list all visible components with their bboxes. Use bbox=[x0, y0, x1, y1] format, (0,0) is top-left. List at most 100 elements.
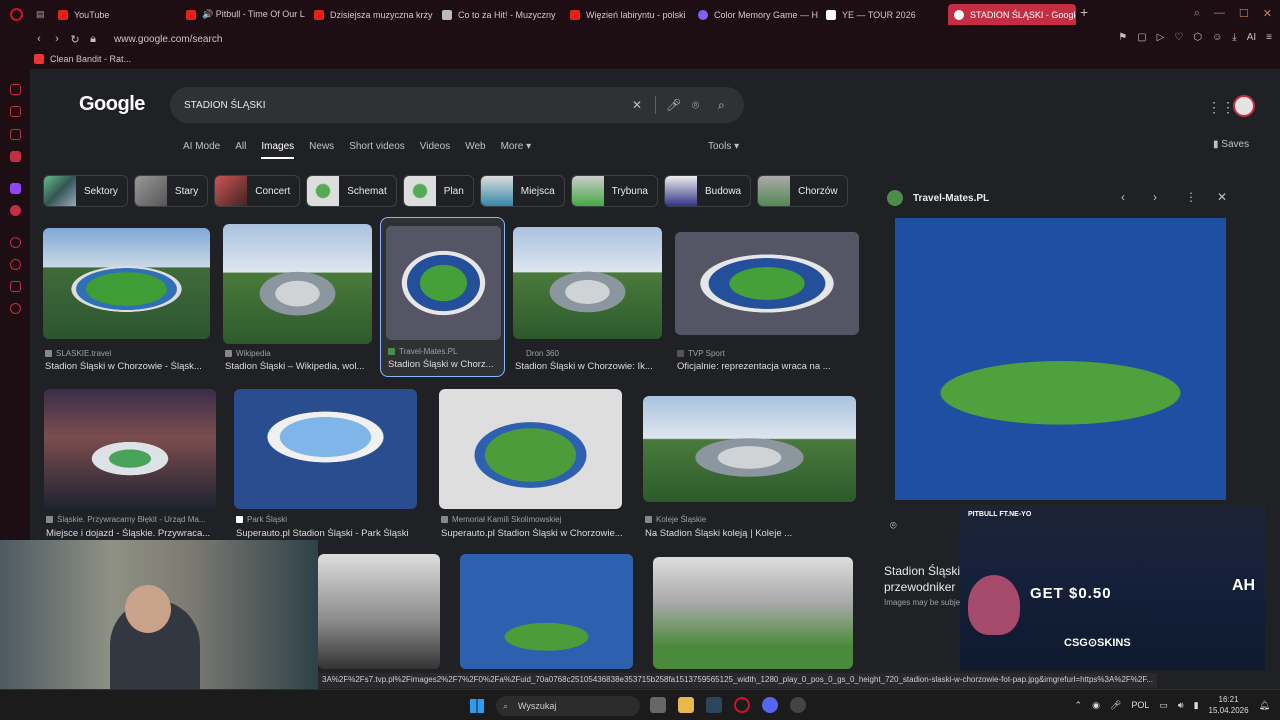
clear-icon[interactable]: ✕ bbox=[632, 98, 642, 112]
result-title[interactable]: Stadion Śląski w Chorzowie - Śląsk... bbox=[45, 361, 210, 372]
tab-images[interactable]: Images bbox=[261, 141, 295, 159]
search-box[interactable]: STADION ŚLĄSKI ✕ 🎤︎ ⌾ ⌕ bbox=[170, 87, 744, 123]
tab-ai-mode[interactable]: AI Mode bbox=[183, 141, 220, 159]
taskbar-search[interactable]: ⌕ Wyszukaj bbox=[496, 696, 640, 716]
extensions-icon[interactable]: ⬡ bbox=[1193, 32, 1202, 43]
tab-videos[interactable]: Videos bbox=[420, 141, 450, 159]
tab-pitbull[interactable]: 🔊 Pitbull - Time Of Our L bbox=[180, 4, 308, 25]
result-title[interactable]: Stadion Śląski w Chorz... bbox=[388, 359, 500, 370]
clock[interactable]: 16:21 15.04.2026 bbox=[1209, 694, 1249, 716]
result-image[interactable] bbox=[223, 224, 372, 344]
voice-search-icon[interactable]: 🎤︎ bbox=[666, 98, 681, 112]
ai-icon[interactable]: AI bbox=[1247, 32, 1256, 43]
lens-icon[interactable]: ⌾ bbox=[890, 520, 897, 533]
result-title[interactable]: Miejsce i dojazd - Śląskie. Przywraca... bbox=[46, 528, 216, 539]
extensions-icon[interactable] bbox=[10, 281, 21, 292]
result-image[interactable] bbox=[675, 232, 859, 335]
panel-title[interactable]: Stadion Śląski przewodniker bbox=[884, 563, 964, 595]
bookmark-icon[interactable]: ⚑ bbox=[1118, 32, 1127, 43]
account-icon[interactable]: ☺ bbox=[1212, 32, 1222, 43]
steam-icon[interactable] bbox=[706, 697, 722, 713]
image-result-selected[interactable]: Travel-Mates.PL Stadion Śląski w Chorz..… bbox=[380, 217, 505, 377]
result-title[interactable]: Superauto.pl Stadion Śląski - Park Śląsk… bbox=[236, 528, 426, 539]
clock-icon[interactable] bbox=[10, 259, 21, 270]
forward-icon[interactable]: › bbox=[48, 33, 66, 45]
preview-image[interactable] bbox=[895, 218, 1226, 500]
music-icon[interactable] bbox=[10, 151, 21, 162]
snapshot-icon[interactable]: ▢ bbox=[1137, 32, 1146, 43]
minimize-icon[interactable]: — bbox=[1214, 7, 1225, 20]
result-title[interactable]: Stadion Śląski – Wikipedia, wol... bbox=[225, 361, 372, 372]
ad-overlay[interactable]: PITBULL FT.NE-YO GET $0.50 CSG⊙SKINS AH bbox=[960, 505, 1265, 670]
tab-short-videos[interactable]: Short videos bbox=[349, 141, 405, 159]
chip-schemat[interactable]: Schemat bbox=[306, 175, 397, 207]
result-image[interactable] bbox=[44, 389, 216, 509]
chip-trybuna[interactable]: Trybuna bbox=[570, 175, 658, 207]
bookmark-item[interactable]: Clean Bandit - Rat... bbox=[50, 54, 131, 64]
chip-sektory[interactable]: Sektory bbox=[43, 175, 128, 207]
close-icon[interactable]: ✕ bbox=[1263, 7, 1272, 20]
avatar[interactable] bbox=[1233, 95, 1255, 117]
previous-icon[interactable]: ‹ bbox=[1121, 190, 1125, 204]
result-image[interactable] bbox=[318, 554, 440, 669]
opera-logo-icon[interactable] bbox=[10, 8, 23, 21]
chip-chorzow[interactable]: Chorzów bbox=[757, 175, 848, 207]
tab-more[interactable]: More ▾ bbox=[501, 141, 532, 159]
history-icon[interactable] bbox=[10, 237, 21, 248]
player-icon[interactable] bbox=[10, 205, 21, 216]
tab-web[interactable]: Web bbox=[465, 141, 485, 159]
tab-wiezien[interactable]: Więzień labiryntu - polski bbox=[564, 4, 692, 25]
result-title[interactable]: Superauto.pl Stadion Śląski w Chorzowie.… bbox=[441, 528, 631, 539]
close-icon[interactable]: ✕ bbox=[1217, 190, 1227, 204]
heart-icon[interactable]: ♡ bbox=[1174, 32, 1183, 43]
tab-google-search[interactable]: STADION ŚLĄSKI - Google bbox=[948, 4, 1076, 25]
result-image[interactable] bbox=[439, 389, 622, 509]
notification-icon[interactable]: 🔔︎ bbox=[1259, 700, 1270, 711]
result-image[interactable] bbox=[513, 227, 662, 339]
url-field[interactable]: www.google.com/search bbox=[114, 34, 222, 45]
result-title[interactable]: Stadion Śląski w Chorzowie: Ik... bbox=[515, 361, 662, 372]
lens-icon[interactable]: ⌾ bbox=[692, 98, 699, 113]
chip-budowa[interactable]: Budowa bbox=[663, 175, 752, 207]
messenger-icon[interactable] bbox=[10, 106, 21, 117]
result-image[interactable] bbox=[653, 557, 853, 669]
tab-ye-tour[interactable]: YE — TOUR 2026 bbox=[820, 4, 948, 25]
reload-icon[interactable]: ↻ bbox=[66, 33, 84, 46]
chip-plan[interactable]: Plan bbox=[402, 175, 474, 207]
new-tab-button[interactable]: + bbox=[1080, 4, 1088, 25]
twitch-icon[interactable] bbox=[10, 183, 21, 194]
search-input[interactable]: STADION ŚLĄSKI bbox=[184, 100, 266, 111]
chevron-up-icon[interactable]: ⌃ bbox=[1075, 700, 1083, 711]
result-image[interactable] bbox=[460, 554, 633, 669]
maximize-icon[interactable]: ☐ bbox=[1239, 7, 1249, 20]
microphone-icon[interactable]: 🎤︎ bbox=[1110, 700, 1121, 711]
chip-concert[interactable]: Concert bbox=[214, 175, 301, 207]
network-icon[interactable]: ▭ bbox=[1159, 700, 1168, 711]
chip-stary[interactable]: Stary bbox=[133, 175, 209, 207]
task-view-icon[interactable] bbox=[650, 697, 666, 713]
tab-news[interactable]: News bbox=[309, 141, 334, 159]
aria-icon[interactable] bbox=[10, 84, 21, 95]
result-image[interactable] bbox=[234, 389, 417, 509]
chip-miejsca[interactable]: Miejsca bbox=[479, 175, 565, 207]
next-icon[interactable]: › bbox=[1153, 190, 1157, 204]
obs-icon[interactable] bbox=[790, 697, 806, 713]
tab-color-memory[interactable]: Color Memory Game — H bbox=[692, 4, 820, 25]
result-image[interactable] bbox=[643, 396, 856, 502]
chat-icon[interactable] bbox=[10, 129, 21, 140]
saves-button[interactable]: ▮ Saves bbox=[1213, 139, 1249, 150]
tab-all[interactable]: All bbox=[235, 141, 246, 159]
opera-icon[interactable] bbox=[734, 697, 750, 713]
result-title[interactable]: Oficjalnie: reprezentacja wraca na ... bbox=[677, 361, 837, 372]
windows-start-icon[interactable] bbox=[470, 699, 484, 713]
tools-button[interactable]: Tools ▾ bbox=[708, 141, 739, 152]
tab-hit[interactable]: Co to za Hit! - Muzyczny bbox=[436, 4, 564, 25]
file-explorer-icon[interactable] bbox=[678, 697, 694, 713]
google-logo[interactable]: Google bbox=[79, 93, 145, 116]
play-icon[interactable]: ▷ bbox=[1157, 32, 1165, 43]
volume-icon[interactable]: 🔊︎ bbox=[1178, 700, 1184, 711]
tab-muzyczna[interactable]: Dzisiejsza muzyczna krzy bbox=[308, 4, 436, 25]
search-icon[interactable]: ⌕ bbox=[718, 98, 725, 113]
app-tray-icon[interactable]: ◉ bbox=[1092, 700, 1100, 711]
result-image[interactable] bbox=[386, 226, 501, 340]
